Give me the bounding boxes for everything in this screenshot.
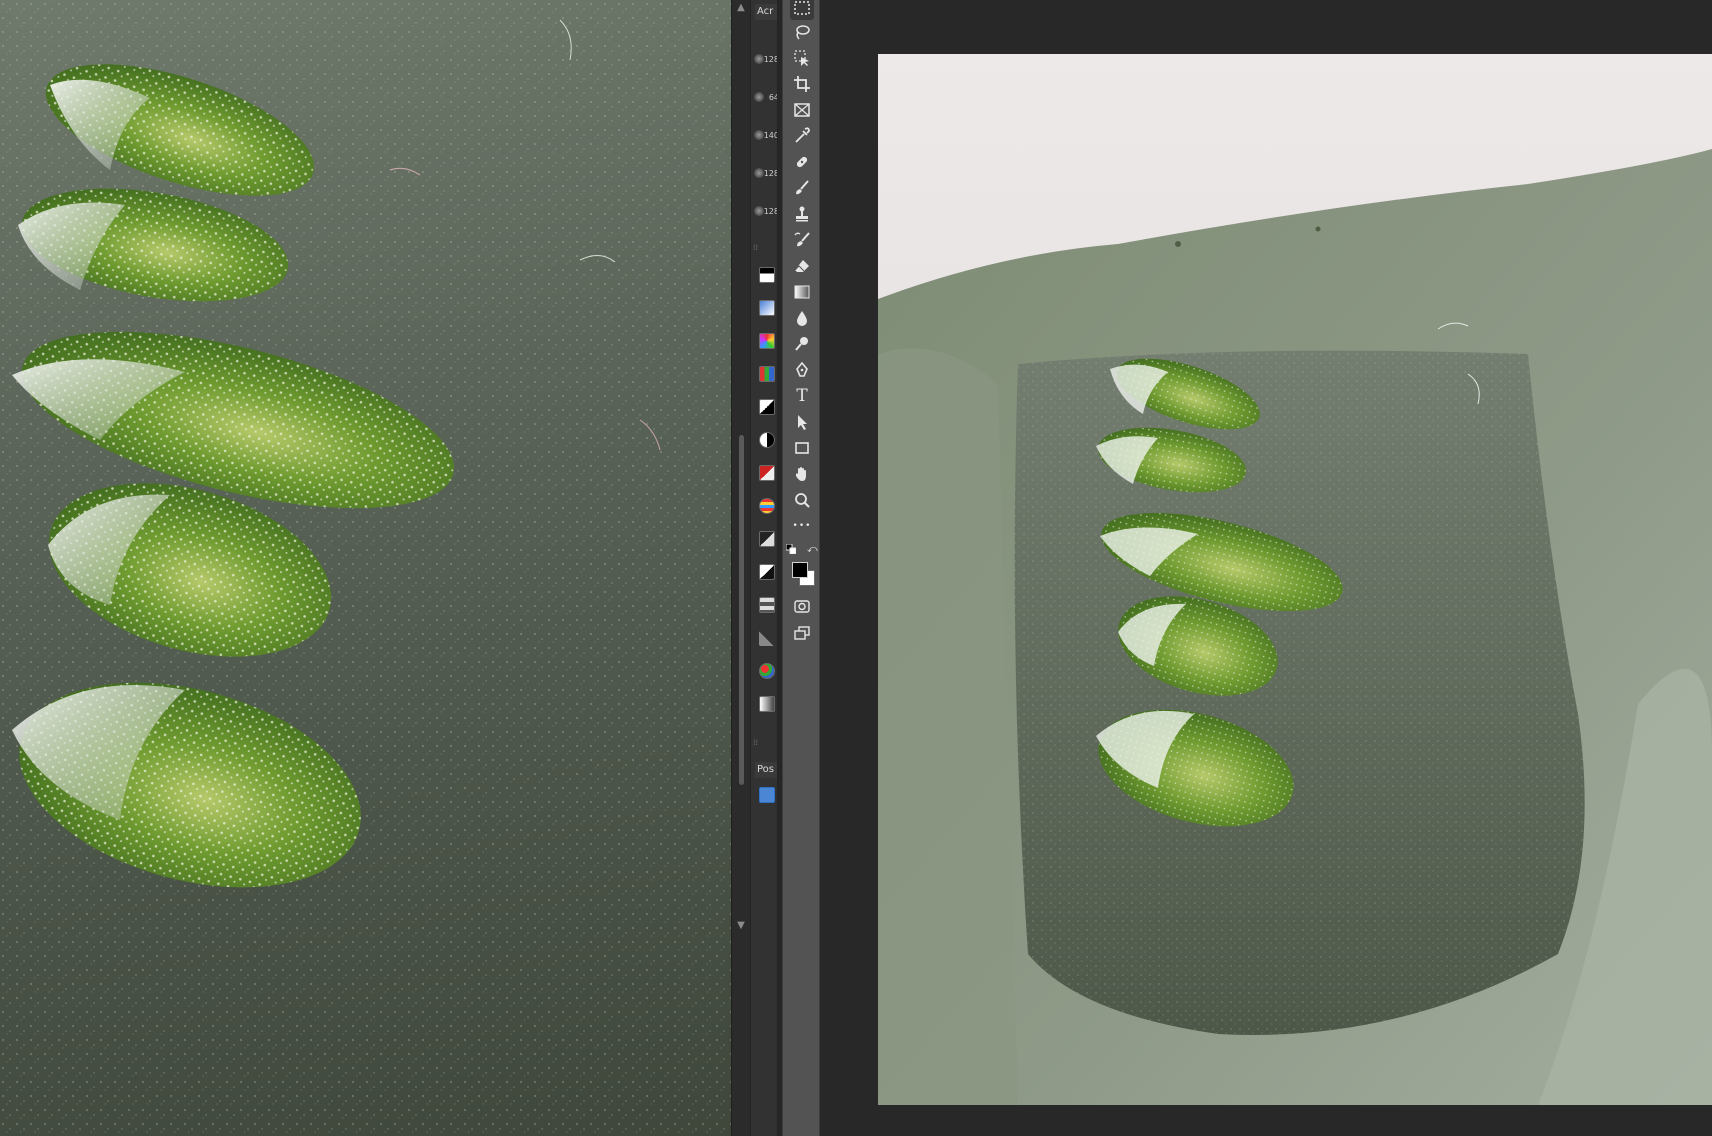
- posterize-icon[interactable]: [759, 597, 775, 613]
- gradient-fill-icon[interactable]: [759, 696, 775, 712]
- object-selection-tool-icon[interactable]: [790, 46, 814, 70]
- clone-stamp-tool-icon[interactable]: [790, 202, 814, 226]
- hand-tool-icon[interactable]: [790, 462, 814, 486]
- panel-grip-icon[interactable]: ⁞⁞: [753, 243, 777, 253]
- blur-tool-icon[interactable]: [790, 306, 814, 330]
- levels-icon[interactable]: [759, 300, 775, 316]
- frame-tool-icon[interactable]: [790, 98, 814, 122]
- more-tools-icon[interactable]: •••: [790, 514, 814, 538]
- collapsed-panels-column: Acr 128 64 140 128 128 ⁞⁞ ⁞⁞ Pos: [750, 0, 778, 1136]
- crop-tool-icon[interactable]: [790, 72, 814, 96]
- invert-icon[interactable]: [759, 531, 775, 547]
- panel-tab-bottom[interactable]: Pos: [755, 762, 777, 778]
- history-brush-tool-icon[interactable]: [790, 228, 814, 252]
- hue-saturation-icon[interactable]: [759, 333, 775, 349]
- quick-mask-icon[interactable]: [790, 594, 814, 618]
- scroll-thumb[interactable]: [739, 435, 744, 785]
- photo-filter-icon[interactable]: [759, 465, 775, 481]
- dodge-tool-icon[interactable]: [790, 332, 814, 356]
- color-balance-icon[interactable]: [759, 366, 775, 382]
- foreground-color-swatch[interactable]: [792, 562, 808, 578]
- photo-left-panel: [0, 0, 731, 1136]
- threshold-icon[interactable]: [759, 564, 775, 580]
- panel-tab-top[interactable]: Acr: [755, 4, 777, 20]
- brush-size-label: 128: [763, 207, 778, 216]
- brush-size-label: 128: [763, 169, 778, 178]
- tools-toolbar: T ••• ⤺: [782, 0, 820, 1136]
- document-canvas[interactable]: [878, 54, 1712, 1105]
- brightness-contrast-icon[interactable]: [759, 267, 775, 283]
- spot-healing-tool-icon[interactable]: [790, 150, 814, 174]
- swap-colors-icon[interactable]: ⤺: [807, 544, 818, 555]
- rectangle-tool-icon[interactable]: [790, 436, 814, 460]
- channel-mixer-icon[interactable]: [759, 663, 775, 679]
- type-tool-icon[interactable]: T: [790, 384, 814, 408]
- brush-size-label: 64: [768, 93, 778, 102]
- brush-size-label: 128: [763, 55, 778, 64]
- exposure-icon[interactable]: [759, 432, 775, 448]
- marquee-tool-icon[interactable]: [790, 0, 814, 20]
- curves-icon[interactable]: [759, 630, 775, 646]
- panel-grip-icon[interactable]: ⁞⁞: [753, 738, 777, 748]
- scroll-up-arrow-icon[interactable]: ▲: [735, 2, 747, 14]
- lasso-tool-icon[interactable]: [790, 20, 814, 44]
- brush-size-label: 140: [763, 131, 778, 140]
- eyedropper-tool-icon[interactable]: [790, 124, 814, 148]
- brush-tool-icon[interactable]: [790, 176, 814, 200]
- screen-mode-icon[interactable]: [790, 621, 814, 645]
- gradient-tool-icon[interactable]: [790, 280, 814, 304]
- default-colors-icon[interactable]: [786, 544, 796, 554]
- zoom-tool-icon[interactable]: [790, 488, 814, 512]
- gradient-map-icon[interactable]: [759, 498, 775, 514]
- path-selection-tool-icon[interactable]: [790, 410, 814, 434]
- black-white-icon[interactable]: [759, 399, 775, 415]
- eraser-tool-icon[interactable]: [790, 254, 814, 278]
- panel-scrollbar[interactable]: ▲ ▼: [731, 0, 750, 1136]
- scroll-down-arrow-icon[interactable]: ▼: [735, 920, 747, 932]
- layer-comp-icon[interactable]: [759, 787, 775, 803]
- pen-tool-icon[interactable]: [790, 358, 814, 382]
